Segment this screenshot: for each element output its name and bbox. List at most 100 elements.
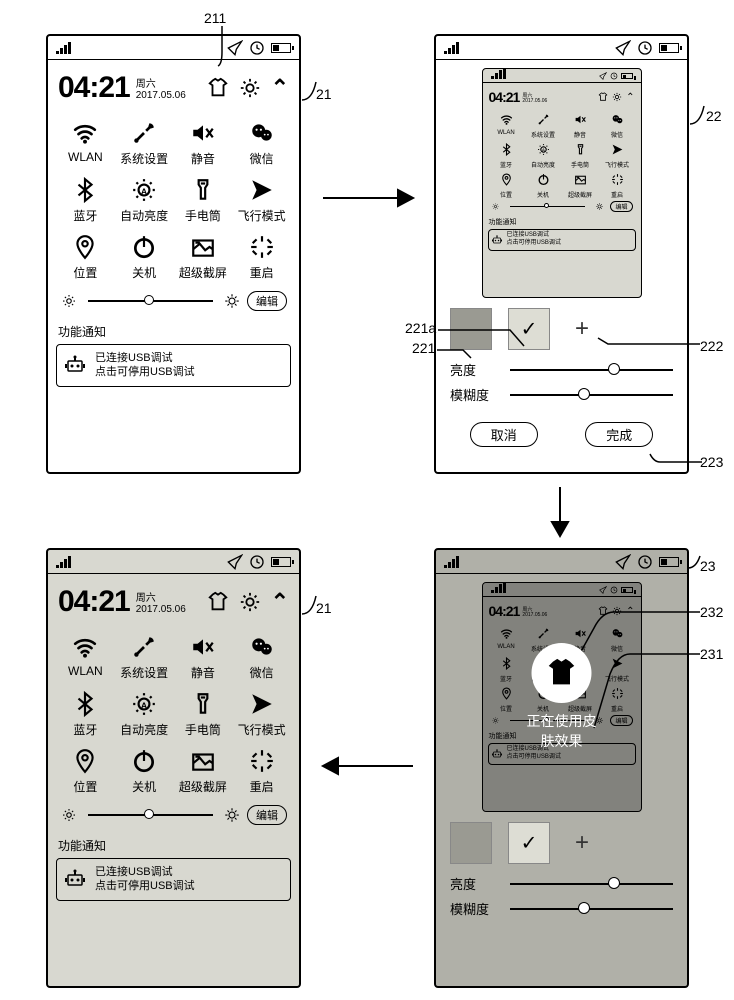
toggle-restart[interactable]: 重启 bbox=[600, 173, 635, 199]
location-icon bbox=[500, 173, 513, 186]
toggle-wechat[interactable]: 微信 bbox=[234, 120, 289, 167]
brightness-icon bbox=[537, 143, 550, 156]
collapse-icon[interactable]: ⌃ bbox=[271, 75, 289, 101]
brightness-slider[interactable] bbox=[88, 814, 213, 816]
toggle-label: 微信 bbox=[611, 130, 623, 139]
swatch-light[interactable]: ✓ bbox=[508, 822, 550, 864]
toggle-tools[interactable]: 系统设置 bbox=[117, 120, 172, 167]
toggle-airplane[interactable]: 飞行模式 bbox=[600, 143, 635, 169]
toggle-brightness[interactable]: 自动亮度 bbox=[117, 691, 172, 738]
gear-icon[interactable] bbox=[239, 591, 261, 613]
battery-icon bbox=[271, 43, 291, 53]
edit-button[interactable]: 编辑 bbox=[247, 291, 287, 311]
toggle-label: 飞行模式 bbox=[238, 207, 286, 224]
toggle-label: 超级截屏 bbox=[179, 778, 227, 795]
toggle-bluetooth[interactable]: 蓝牙 bbox=[489, 143, 524, 169]
toggle-flashlight[interactable]: 手电筒 bbox=[563, 143, 598, 169]
toggle-location[interactable]: 位置 bbox=[489, 173, 524, 199]
toggle-tools[interactable]: 系统设置 bbox=[526, 113, 561, 139]
notify-sub: 点击可停用USB调试 bbox=[95, 365, 195, 379]
theme-blur-slider[interactable] bbox=[510, 394, 673, 396]
toggle-mute[interactable]: 静音 bbox=[176, 634, 231, 681]
toggle-screenshot[interactable]: 超级截屏 bbox=[563, 173, 598, 199]
toggle-power[interactable]: 关机 bbox=[526, 173, 561, 199]
toggle-power[interactable]: 关机 bbox=[117, 234, 172, 281]
toggle-label: 飞行模式 bbox=[238, 721, 286, 738]
notify-item[interactable]: 已连接USB调试 点击可停用USB调试 bbox=[56, 344, 291, 387]
toggle-label: 蓝牙 bbox=[73, 721, 97, 738]
add-swatch-button[interactable]: + bbox=[566, 313, 598, 345]
callout-222: 222 bbox=[700, 338, 723, 354]
toggle-label: 系统设置 bbox=[120, 150, 168, 167]
toggle-mute[interactable]: 静音 bbox=[563, 113, 598, 139]
toggle-label: 蓝牙 bbox=[73, 207, 97, 224]
theme-brightness-slider[interactable] bbox=[510, 369, 673, 371]
tools-icon bbox=[537, 113, 550, 126]
tshirt-icon[interactable] bbox=[207, 77, 229, 99]
notify-item[interactable]: 已连接USB调试点击可停用USB调试 bbox=[56, 858, 291, 901]
add-swatch-button[interactable]: + bbox=[566, 827, 598, 859]
theme-blur-slider[interactable] bbox=[510, 908, 673, 910]
clock-icon bbox=[249, 40, 265, 56]
toggle-bluetooth[interactable]: 蓝牙 bbox=[58, 177, 113, 224]
toggle-label: 系统设置 bbox=[531, 130, 555, 139]
battery-icon bbox=[659, 43, 679, 53]
arrow-down bbox=[540, 484, 580, 540]
quick-toggle-grid: WLAN 系统设置静音微信蓝牙 自动亮度手电筒飞行模式位置 关机 超级截屏重启 bbox=[48, 116, 299, 289]
brightness-slider[interactable] bbox=[88, 300, 213, 302]
toggle-location[interactable]: 位置 bbox=[58, 234, 113, 281]
toggle-airplane[interactable]: 飞行模式 bbox=[234, 691, 289, 738]
flashlight-icon bbox=[190, 691, 216, 717]
tshirt-icon[interactable] bbox=[207, 591, 229, 613]
toggle-mute[interactable]: 静音 bbox=[176, 120, 231, 167]
toggle-label: 关机 bbox=[132, 264, 156, 281]
toggle-brightness[interactable]: 自动亮度 bbox=[526, 143, 561, 169]
done-button[interactable]: 完成 bbox=[585, 422, 653, 447]
flashlight-icon bbox=[574, 143, 587, 156]
toggle-flashlight[interactable]: 手电筒 bbox=[176, 691, 231, 738]
toggle-flashlight[interactable]: 手电筒 bbox=[176, 177, 231, 224]
airplane-icon bbox=[611, 143, 624, 156]
arrow-right bbox=[318, 178, 418, 218]
toggle-wifi[interactable]: WLAN bbox=[58, 634, 113, 681]
toggle-power[interactable]: 关机 bbox=[117, 748, 172, 795]
time-text: 04:21 bbox=[58, 73, 130, 103]
theme-brightness-slider[interactable] bbox=[510, 883, 673, 885]
swatch-dark[interactable] bbox=[450, 822, 492, 864]
brightness-icon bbox=[131, 691, 157, 717]
wechat-icon bbox=[249, 634, 275, 660]
location-icon bbox=[72, 748, 98, 774]
collapse-icon[interactable]: ⌃ bbox=[271, 589, 289, 615]
power-icon bbox=[131, 234, 157, 260]
screen-21: 04:21 周六 2017.05.06 ⌃ WLAN系统设置静音微信蓝牙自动亮度… bbox=[46, 34, 301, 474]
toggle-wechat[interactable]: 微信 bbox=[234, 634, 289, 681]
toggle-restart[interactable]: 重启 bbox=[234, 234, 289, 281]
screenshot-icon bbox=[190, 234, 216, 260]
clock-icon bbox=[637, 40, 653, 56]
restart-icon bbox=[611, 173, 624, 186]
gear-icon[interactable] bbox=[239, 77, 261, 99]
toggle-airplane[interactable]: 飞行模式 bbox=[234, 177, 289, 224]
toggle-label: 重启 bbox=[250, 778, 274, 795]
toggle-label: 蓝牙 bbox=[500, 160, 512, 169]
toggle-wifi[interactable]: WLAN bbox=[58, 120, 113, 167]
toggle-screenshot[interactable]: 超级截屏 bbox=[176, 748, 231, 795]
toggle-location[interactable]: 位置 bbox=[58, 748, 113, 795]
edit-button[interactable]: 编辑 bbox=[247, 805, 287, 825]
toggle-brightness[interactable]: 自动亮度 bbox=[117, 177, 172, 224]
wechat-icon bbox=[611, 113, 624, 126]
toggle-label: 位置 bbox=[73, 264, 97, 281]
toggle-label: WLAN bbox=[497, 130, 514, 136]
toggle-label: 自动亮度 bbox=[120, 207, 168, 224]
toggle-wifi[interactable]: WLAN bbox=[489, 113, 524, 139]
callout-232: 232 bbox=[700, 604, 723, 620]
toggle-label: 超级截屏 bbox=[568, 190, 592, 199]
gear-s-icon bbox=[60, 292, 78, 310]
cancel-button[interactable]: 取消 bbox=[470, 422, 538, 447]
toggle-screenshot[interactable]: 超级截屏 bbox=[176, 234, 231, 281]
toggle-label: 位置 bbox=[73, 778, 97, 795]
toggle-wechat[interactable]: 微信 bbox=[600, 113, 635, 139]
toggle-tools[interactable]: 系统设置 bbox=[117, 634, 172, 681]
toggle-bluetooth[interactable]: 蓝牙 bbox=[58, 691, 113, 738]
toggle-restart[interactable]: 重启 bbox=[234, 748, 289, 795]
